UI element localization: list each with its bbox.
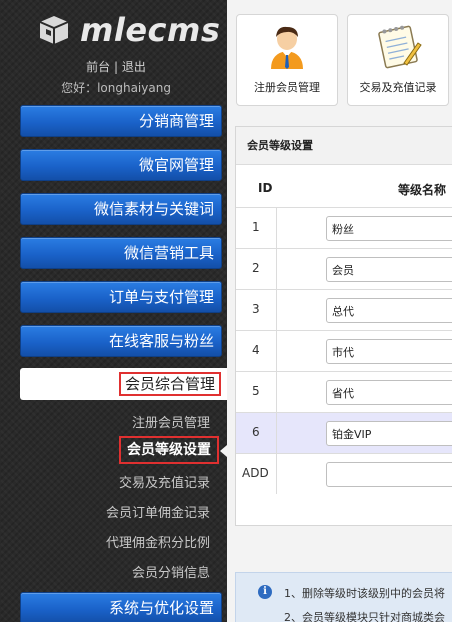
tile-register-label: 注册会员管理 bbox=[254, 81, 320, 94]
menu-orders-payment[interactable]: 订单与支付管理 bbox=[20, 281, 222, 313]
menu-wechat-material[interactable]: 微信素材与关键词 bbox=[20, 193, 222, 225]
brand-name: mlecms bbox=[80, 11, 221, 49]
table-row: 3 bbox=[236, 289, 452, 330]
table-row: 4 bbox=[236, 330, 452, 371]
menu-distributor[interactable]: 分销商管理 bbox=[20, 105, 222, 137]
table-row: 5 bbox=[236, 371, 452, 412]
menu-customer-service[interactable]: 在线客服与粉丝 bbox=[20, 325, 222, 357]
submenu-distribution[interactable]: 会员分销信息 bbox=[132, 562, 210, 581]
notice-line-2: 2、会员等级模块只针对商城类会 bbox=[284, 611, 445, 622]
panel-title: 会员等级设置 bbox=[236, 127, 452, 165]
submenu-level[interactable]: 会员等级设置 bbox=[119, 436, 219, 464]
row-id: 5 bbox=[252, 384, 260, 398]
row-id: 4 bbox=[252, 343, 260, 357]
notice-box: i 1、删除等级时该级别中的会员将 2、会员等级模块只针对商城类会 bbox=[235, 572, 452, 622]
active-arrow-icon bbox=[220, 445, 227, 457]
level-name-input[interactable] bbox=[326, 298, 452, 323]
submenu-register[interactable]: 注册会员管理 bbox=[132, 412, 210, 431]
main-content: 注册会员管理 交易及充值记录 会员等级设置 ID 等级名称 1 粉丝 2 会员 … bbox=[227, 0, 452, 622]
top-links: 前台 | 退出 bbox=[0, 58, 227, 75]
col-name: 等级名称 bbox=[398, 183, 447, 197]
table-row: 2 bbox=[236, 248, 452, 289]
level-name-input[interactable] bbox=[326, 421, 452, 446]
level-name-input[interactable] bbox=[326, 380, 452, 405]
submenu-order-commission[interactable]: 会员订单佣金记录 bbox=[106, 502, 210, 521]
table-row: 6 bbox=[236, 412, 452, 453]
logo: mlecms bbox=[36, 8, 220, 52]
add-label: ADD bbox=[242, 466, 269, 480]
separator: | bbox=[113, 60, 119, 74]
row-id: 3 bbox=[252, 302, 260, 316]
new-level-input[interactable] bbox=[326, 462, 452, 487]
level-name-input[interactable] bbox=[326, 257, 452, 282]
tile-register[interactable]: 注册会员管理 bbox=[236, 14, 338, 106]
level-name-input[interactable] bbox=[326, 216, 452, 241]
menu-wechat-marketing[interactable]: 微信营销工具 bbox=[20, 237, 222, 269]
menu-microsite[interactable]: 微官网管理 bbox=[20, 149, 222, 181]
logout-link[interactable]: 退出 bbox=[122, 60, 146, 74]
submenu-trade[interactable]: 交易及充值记录 bbox=[119, 472, 210, 491]
logo-icon bbox=[39, 16, 69, 44]
menu-member-label: 会员综合管理 bbox=[118, 372, 221, 396]
tile-trade[interactable]: 交易及充值记录 bbox=[347, 14, 449, 106]
menu-system[interactable]: 系统与优化设置 bbox=[20, 592, 222, 622]
tile-trade-label: 交易及充值记录 bbox=[359, 81, 437, 94]
front-link[interactable]: 前台 bbox=[86, 60, 110, 74]
greeting: 您好：longhaiyang bbox=[61, 81, 171, 95]
sidebar: mlecms 前台 | 退出 您好：longhaiyang 分销商管理 微官网管… bbox=[0, 0, 227, 622]
table-row: 1 bbox=[236, 207, 452, 248]
table-header: ID 等级名称 bbox=[236, 173, 452, 203]
submenu-agent-ratio[interactable]: 代理佣金积分比例 bbox=[106, 532, 210, 551]
add-row: ADD bbox=[236, 453, 452, 494]
row-id: 2 bbox=[252, 261, 260, 275]
menu-member[interactable]: 会员综合管理 bbox=[20, 368, 227, 400]
row-id: 1 bbox=[252, 220, 260, 234]
info-icon: i bbox=[258, 585, 272, 599]
notice-line-1: 1、删除等级时该级别中的会员将 bbox=[284, 587, 445, 600]
level-name-input[interactable] bbox=[326, 339, 452, 364]
row-id: 6 bbox=[252, 425, 260, 439]
user-manager-icon bbox=[271, 26, 303, 69]
notepad-icon bbox=[378, 25, 422, 69]
col-id: ID bbox=[258, 181, 273, 195]
